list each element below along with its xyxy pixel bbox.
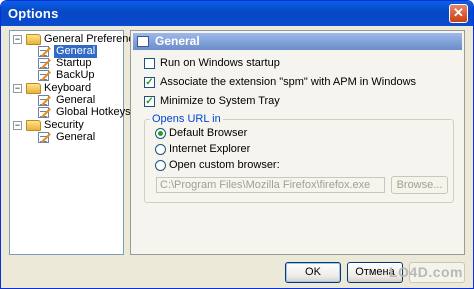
window-title: Options: [8, 6, 59, 21]
tree-node-label: General: [56, 131, 96, 143]
radio-label: Default Browser: [169, 127, 248, 139]
radio-button[interactable]: [155, 128, 166, 139]
close-button[interactable]: ✕: [449, 4, 468, 23]
title-bar[interactable]: Options ✕: [1, 1, 473, 26]
minimize-tray-checkbox[interactable]: ✓: [144, 96, 155, 107]
tree-node-global-hotkeys[interactable]: Global Hotkeys: [38, 106, 131, 119]
radio-button[interactable]: [155, 144, 166, 155]
radio-label: Open custom browser:: [169, 159, 280, 171]
radio-button[interactable]: [155, 160, 166, 171]
tree-node-label: Global Hotkeys: [56, 106, 131, 118]
run-on-startup-checkbox[interactable]: [144, 58, 155, 69]
custom-browser-path-field[interactable]: C:\Program Files\Mozilla Firefox\firefox…: [156, 177, 385, 193]
section-header: General: [133, 33, 462, 50]
category-tree[interactable]: − General Preferences General Startup Ba…: [9, 30, 146, 255]
settings-panel: General Run on Windows startup ✓ Associa…: [130, 30, 465, 255]
settings-page-icon: [137, 36, 149, 47]
folder-icon: [26, 34, 41, 45]
opens-url-group-title: Opens URL in: [150, 113, 223, 125]
collapse-icon[interactable]: −: [13, 84, 22, 93]
options-window: Options ✕ − General Preferences General …: [0, 0, 474, 289]
close-icon: ✕: [453, 5, 464, 20]
folder-icon: [26, 120, 41, 131]
associate-spm-label: Associate the extension "spm" with APM i…: [160, 76, 417, 88]
folder-icon: [26, 83, 41, 94]
ok-button[interactable]: OK: [285, 262, 341, 283]
section-title: General: [155, 34, 200, 48]
collapse-icon[interactable]: −: [13, 35, 22, 44]
collapse-icon[interactable]: −: [13, 121, 22, 130]
watermark-logo: LO4D.com: [388, 264, 463, 280]
run-on-startup-label: Run on Windows startup: [160, 57, 280, 69]
tree-node-security-general[interactable]: General: [38, 131, 118, 144]
radio-selected-dot: [158, 131, 163, 136]
browse-button[interactable]: Browse...: [391, 176, 448, 194]
radio-label: Internet Explorer: [169, 143, 251, 155]
associate-spm-checkbox[interactable]: ✓: [144, 77, 155, 88]
minimize-tray-label: Minimize to System Tray: [160, 95, 280, 107]
tree-node-label: BackUp: [56, 69, 95, 81]
tree-node-backup[interactable]: BackUp: [38, 69, 118, 82]
